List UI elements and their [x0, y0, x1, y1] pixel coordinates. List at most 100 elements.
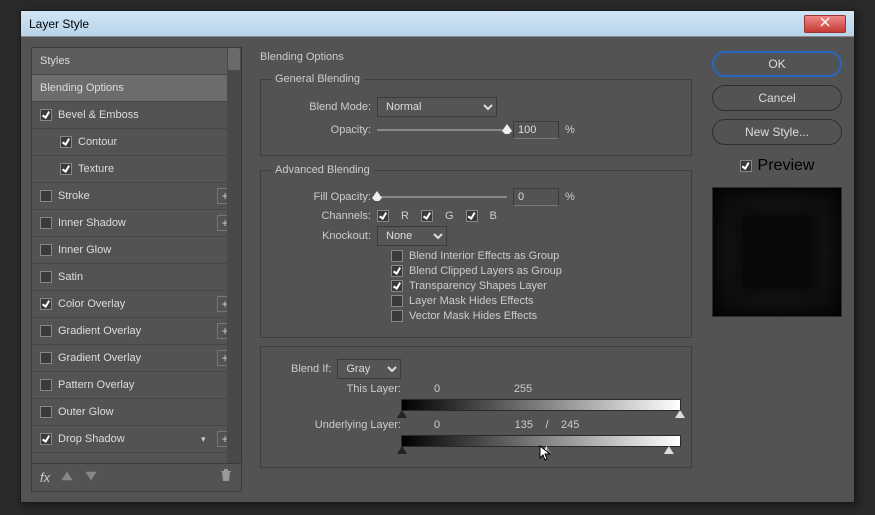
style-checkbox[interactable] — [40, 190, 52, 202]
scrollbar-thumb[interactable] — [228, 48, 240, 70]
style-item-color-overlay[interactable]: Color Overlay+ — [32, 291, 241, 318]
style-label: Contour — [78, 136, 233, 148]
move-down-icon[interactable] — [84, 469, 98, 486]
style-item-contour[interactable]: Contour — [32, 129, 241, 156]
opacity-slider[interactable] — [377, 123, 507, 137]
fx-toolbar: fx — [32, 463, 241, 491]
opacity-input[interactable] — [513, 121, 559, 139]
fill-opacity-input[interactable] — [513, 188, 559, 206]
transparency-shapes-label: Transparency Shapes Layer — [409, 280, 547, 292]
cancel-button[interactable]: Cancel — [712, 85, 842, 111]
style-item-outer-glow[interactable]: Outer Glow — [32, 399, 241, 426]
preview-swatch — [712, 187, 842, 317]
style-label: Gradient Overlay — [58, 352, 211, 364]
blend-if-label: Blend If: — [291, 363, 331, 375]
blend-if-group: Blend If: Gray This Layer: 0 255 Underly… — [260, 346, 692, 468]
this-layer-white-stop[interactable] — [675, 410, 685, 418]
preview-checkbox[interactable] — [740, 160, 752, 172]
style-item-inner-glow[interactable]: Inner Glow — [32, 237, 241, 264]
style-label: Blending Options — [40, 82, 233, 94]
style-item-texture[interactable]: Texture — [32, 156, 241, 183]
channel-g-checkbox[interactable] — [421, 210, 433, 222]
style-label: Gradient Overlay — [58, 325, 211, 337]
style-checkbox[interactable] — [40, 352, 52, 364]
style-label: Color Overlay — [58, 298, 211, 310]
style-label: Bevel & Emboss — [58, 109, 233, 121]
style-label: Inner Shadow — [58, 217, 211, 229]
styles-header[interactable]: Styles — [32, 48, 241, 75]
style-item-gradient-overlay[interactable]: Gradient Overlay+ — [32, 345, 241, 372]
blend-mode-select[interactable]: Normal — [377, 97, 497, 117]
general-blending-group: General Blending Blend Mode: Normal Opac… — [260, 73, 692, 156]
knockout-select[interactable]: None — [377, 226, 447, 246]
style-item-blending-options[interactable]: Blending Options — [32, 75, 241, 102]
style-label: Inner Glow — [58, 244, 233, 256]
this-layer-label: This Layer: — [271, 383, 401, 395]
underlying-white-stop[interactable] — [664, 446, 674, 454]
layer-mask-hides-label: Layer Mask Hides Effects — [409, 295, 534, 307]
fill-opacity-label: Fill Opacity: — [271, 191, 371, 203]
style-item-bevel-emboss[interactable]: Bevel & Emboss — [32, 102, 241, 129]
this-layer-low: 0 — [407, 383, 467, 395]
styles-list: Styles Blending Options Bevel & Emboss Con… — [32, 48, 241, 463]
this-layer-high: 255 — [473, 383, 573, 395]
style-checkbox[interactable] — [40, 406, 52, 418]
style-item-gradient-overlay[interactable]: Gradient Overlay+ — [32, 318, 241, 345]
settings-panel: Blending Options General Blending Blend … — [252, 47, 700, 492]
blend-mode-label: Blend Mode: — [271, 101, 371, 113]
style-label: Satin — [58, 271, 233, 283]
style-checkbox[interactable] — [40, 433, 52, 445]
underlying-label: Underlying Layer: — [271, 419, 401, 431]
titlebar[interactable]: Layer Style — [21, 11, 854, 37]
general-legend: General Blending — [271, 73, 364, 85]
underlying-high: 245 — [561, 419, 601, 431]
fill-opacity-slider[interactable] — [377, 190, 507, 204]
underlying-mid: 135 — [473, 419, 533, 431]
this-layer-black-stop[interactable] — [397, 410, 407, 418]
close-button[interactable] — [804, 15, 846, 33]
style-item-stroke[interactable]: Stroke+ — [32, 183, 241, 210]
style-checkbox[interactable] — [40, 379, 52, 391]
style-label: Stroke — [58, 190, 211, 202]
style-checkbox[interactable] — [60, 136, 72, 148]
transparency-shapes-checkbox[interactable] — [391, 280, 403, 292]
blend-if-select[interactable]: Gray — [337, 359, 401, 379]
panel-title: Blending Options — [260, 51, 692, 63]
channels-label: Channels: — [271, 210, 371, 222]
channel-r-checkbox[interactable] — [377, 210, 389, 222]
style-item-satin[interactable]: Satin — [32, 264, 241, 291]
styles-scrollbar[interactable] — [227, 48, 241, 463]
channel-b-checkbox[interactable] — [466, 210, 478, 222]
style-checkbox[interactable] — [40, 271, 52, 283]
style-label: Drop Shadow — [58, 433, 195, 445]
style-label: Outer Glow — [58, 406, 233, 418]
window-title: Layer Style — [29, 17, 804, 31]
style-item-drop-shadow[interactable]: Drop Shadow▾+ — [32, 426, 241, 453]
style-checkbox[interactable] — [40, 298, 52, 310]
vector-mask-hides-checkbox[interactable] — [391, 310, 403, 322]
advanced-blending-group: Advanced Blending Fill Opacity: % Channe… — [260, 164, 692, 338]
style-checkbox[interactable] — [60, 163, 72, 175]
style-checkbox[interactable] — [40, 244, 52, 256]
move-up-icon[interactable] — [60, 469, 74, 486]
layer-mask-hides-checkbox[interactable] — [391, 295, 403, 307]
vector-mask-hides-label: Vector Mask Hides Effects — [409, 310, 537, 322]
styles-panel: Styles Blending Options Bevel & Emboss Con… — [31, 47, 242, 492]
style-item-pattern-overlay[interactable]: Pattern Overlay — [32, 372, 241, 399]
trash-icon[interactable] — [219, 468, 233, 487]
blend-interior-checkbox[interactable] — [391, 250, 403, 262]
fx-menu[interactable]: fx — [40, 470, 50, 485]
advanced-legend: Advanced Blending — [271, 164, 374, 176]
underlying-black-stop[interactable] — [397, 446, 407, 454]
chevron-down-icon[interactable]: ▾ — [201, 434, 211, 445]
style-item-inner-shadow[interactable]: Inner Shadow+ — [32, 210, 241, 237]
blend-clipped-label: Blend Clipped Layers as Group — [409, 265, 562, 277]
style-checkbox[interactable] — [40, 217, 52, 229]
new-style-button[interactable]: New Style... — [712, 119, 842, 145]
opacity-label: Opacity: — [271, 124, 371, 136]
ok-button[interactable]: OK — [712, 51, 842, 77]
this-layer-gradient[interactable] — [401, 399, 681, 411]
style-checkbox[interactable] — [40, 109, 52, 121]
blend-clipped-checkbox[interactable] — [391, 265, 403, 277]
style-checkbox[interactable] — [40, 325, 52, 337]
